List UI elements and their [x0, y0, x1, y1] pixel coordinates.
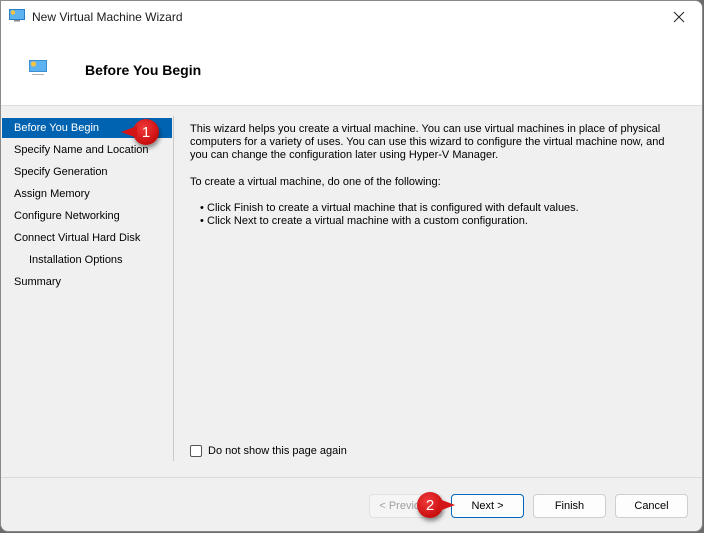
title-bar: New Virtual Machine Wizard — [1, 1, 702, 33]
footer-divider — [1, 477, 702, 478]
wizard-content: This wizard helps you create a virtual m… — [190, 123, 685, 228]
wizard-header: Before You Begin — [1, 33, 702, 106]
cancel-button[interactable]: Cancel — [615, 494, 688, 518]
window-title: New Virtual Machine Wizard — [32, 10, 183, 24]
close-icon — [673, 11, 685, 23]
callout-number: 1 — [141, 123, 151, 141]
finish-button[interactable]: Finish — [533, 494, 606, 518]
checkbox-box[interactable] — [190, 445, 202, 457]
annotation-callout-1: 1 — [121, 119, 159, 145]
sidebar-item-summary[interactable]: Summary — [2, 272, 172, 292]
sidebar-item-installation-options[interactable]: Installation Options — [2, 250, 172, 270]
sidebar-item-specify-generation[interactable]: Specify Generation — [2, 162, 172, 182]
sidebar-divider — [173, 116, 174, 461]
sidebar-item-assign-memory[interactable]: Assign Memory — [2, 184, 172, 204]
next-button[interactable]: Next > — [451, 494, 524, 518]
do-not-show-again-checkbox[interactable]: Do not show this page again — [190, 445, 347, 457]
sidebar-item-connect-virtual-hard-disk[interactable]: Connect Virtual Hard Disk — [2, 228, 172, 248]
monitor-icon — [29, 60, 47, 75]
list-item: Click Finish to create a virtual machine… — [200, 202, 685, 215]
annotation-callout-2: 2 — [417, 492, 455, 518]
checkbox-label: Do not show this page again — [208, 445, 347, 457]
monitor-icon — [9, 9, 25, 22]
wizard-window: New Virtual Machine Wizard Before You Be… — [0, 0, 703, 532]
instruction-paragraph: To create a virtual machine, do one of t… — [190, 176, 441, 188]
options-list: Click Finish to create a virtual machine… — [190, 202, 685, 228]
sidebar-item-configure-networking[interactable]: Configure Networking — [2, 206, 172, 226]
wizard-steps-nav: Before You Begin Specify Name and Locati… — [1, 116, 174, 476]
callout-number: 2 — [425, 496, 435, 514]
intro-paragraph: This wizard helps you create a virtual m… — [190, 123, 665, 161]
list-item: Click Next to create a virtual machine w… — [200, 215, 685, 228]
close-button[interactable] — [656, 1, 702, 33]
page-title: Before You Begin — [85, 62, 202, 78]
